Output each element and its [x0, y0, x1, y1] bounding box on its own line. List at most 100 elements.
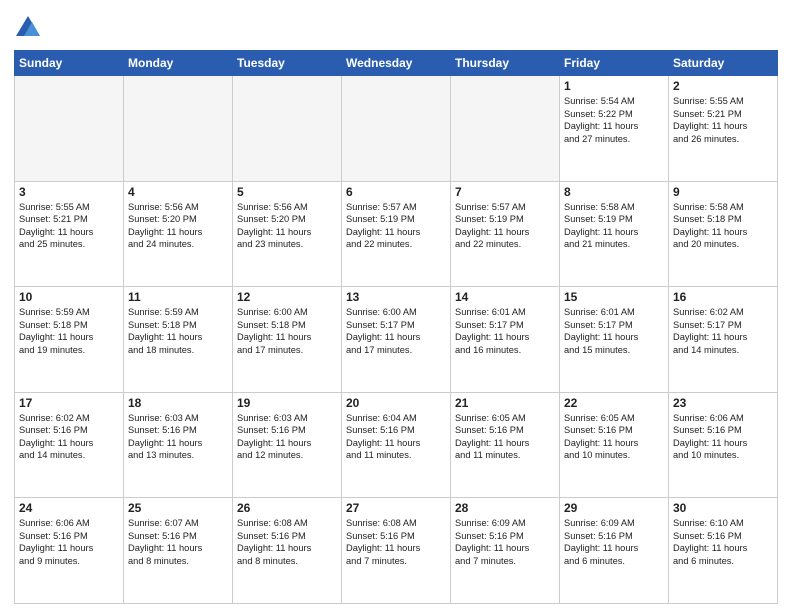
day-info: Sunrise: 6:08 AM Sunset: 5:16 PM Dayligh…: [237, 517, 337, 567]
day-info: Sunrise: 6:02 AM Sunset: 5:17 PM Dayligh…: [673, 306, 773, 356]
day-number: 7: [455, 185, 555, 199]
day-number: 24: [19, 501, 119, 515]
calendar-cell: 14 Sunrise: 6:01 AM Sunset: 5:17 PM Dayli…: [451, 287, 560, 393]
calendar-cell: 19 Sunrise: 6:03 AM Sunset: 5:16 PM Dayli…: [233, 392, 342, 498]
calendar-cell: 16 Sunrise: 6:02 AM Sunset: 5:17 PM Dayli…: [669, 287, 778, 393]
day-number: 20: [346, 396, 446, 410]
day-number: 25: [128, 501, 228, 515]
logo-icon: [14, 14, 42, 42]
day-info: Sunrise: 6:07 AM Sunset: 5:16 PM Dayligh…: [128, 517, 228, 567]
day-number: 29: [564, 501, 664, 515]
day-info: Sunrise: 5:57 AM Sunset: 5:19 PM Dayligh…: [346, 201, 446, 251]
day-number: 28: [455, 501, 555, 515]
day-info: Sunrise: 6:01 AM Sunset: 5:17 PM Dayligh…: [564, 306, 664, 356]
calendar-cell: 3 Sunrise: 5:55 AM Sunset: 5:21 PM Daylig…: [15, 181, 124, 287]
calendar-cell: 11 Sunrise: 5:59 AM Sunset: 5:18 PM Dayli…: [124, 287, 233, 393]
day-number: 23: [673, 396, 773, 410]
calendar-cell: [233, 76, 342, 182]
calendar-week-row: 1 Sunrise: 5:54 AM Sunset: 5:22 PM Daylig…: [15, 76, 778, 182]
day-info: Sunrise: 5:59 AM Sunset: 5:18 PM Dayligh…: [128, 306, 228, 356]
day-number: 19: [237, 396, 337, 410]
day-info: Sunrise: 5:56 AM Sunset: 5:20 PM Dayligh…: [237, 201, 337, 251]
day-info: Sunrise: 6:04 AM Sunset: 5:16 PM Dayligh…: [346, 412, 446, 462]
day-number: 12: [237, 290, 337, 304]
day-number: 2: [673, 79, 773, 93]
day-info: Sunrise: 5:56 AM Sunset: 5:20 PM Dayligh…: [128, 201, 228, 251]
calendar-cell: 27 Sunrise: 6:08 AM Sunset: 5:16 PM Dayli…: [342, 498, 451, 604]
calendar-cell: 18 Sunrise: 6:03 AM Sunset: 5:16 PM Dayli…: [124, 392, 233, 498]
calendar-cell: 29 Sunrise: 6:09 AM Sunset: 5:16 PM Dayli…: [560, 498, 669, 604]
day-number: 10: [19, 290, 119, 304]
day-number: 27: [346, 501, 446, 515]
calendar-cell: 12 Sunrise: 6:00 AM Sunset: 5:18 PM Dayli…: [233, 287, 342, 393]
day-info: Sunrise: 5:54 AM Sunset: 5:22 PM Dayligh…: [564, 95, 664, 145]
calendar-cell: 10 Sunrise: 5:59 AM Sunset: 5:18 PM Dayli…: [15, 287, 124, 393]
calendar-day-header: Tuesday: [233, 51, 342, 76]
calendar-day-header: Saturday: [669, 51, 778, 76]
calendar-cell: 25 Sunrise: 6:07 AM Sunset: 5:16 PM Dayli…: [124, 498, 233, 604]
calendar-cell: 9 Sunrise: 5:58 AM Sunset: 5:18 PM Daylig…: [669, 181, 778, 287]
calendar-cell: 24Sunrise: 6:06 AM Sunset: 5:16 PM Dayli…: [15, 498, 124, 604]
day-info: Sunrise: 6:03 AM Sunset: 5:16 PM Dayligh…: [128, 412, 228, 462]
header: [14, 10, 778, 42]
day-info: Sunrise: 6:09 AM Sunset: 5:16 PM Dayligh…: [455, 517, 555, 567]
day-info: Sunrise: 6:02 AM Sunset: 5:16 PM Dayligh…: [19, 412, 119, 462]
calendar-cell: 6 Sunrise: 5:57 AM Sunset: 5:19 PM Daylig…: [342, 181, 451, 287]
day-number: 1: [564, 79, 664, 93]
day-number: 16: [673, 290, 773, 304]
calendar-cell: 30 Sunrise: 6:10 AM Sunset: 5:16 PM Dayli…: [669, 498, 778, 604]
day-number: 14: [455, 290, 555, 304]
day-info: Sunrise: 5:58 AM Sunset: 5:18 PM Dayligh…: [673, 201, 773, 251]
calendar-cell: 15Sunrise: 6:01 AM Sunset: 5:17 PM Dayli…: [560, 287, 669, 393]
calendar-cell: 7 Sunrise: 5:57 AM Sunset: 5:19 PM Daylig…: [451, 181, 560, 287]
day-info: Sunrise: 5:57 AM Sunset: 5:19 PM Dayligh…: [455, 201, 555, 251]
day-info: Sunrise: 6:00 AM Sunset: 5:18 PM Dayligh…: [237, 306, 337, 356]
day-number: 17: [19, 396, 119, 410]
day-info: Sunrise: 6:00 AM Sunset: 5:17 PM Dayligh…: [346, 306, 446, 356]
calendar-day-header: Sunday: [15, 51, 124, 76]
day-number: 30: [673, 501, 773, 515]
calendar-day-header: Thursday: [451, 51, 560, 76]
calendar-week-row: 24Sunrise: 6:06 AM Sunset: 5:16 PM Dayli…: [15, 498, 778, 604]
day-number: 9: [673, 185, 773, 199]
day-info: Sunrise: 6:08 AM Sunset: 5:16 PM Dayligh…: [346, 517, 446, 567]
calendar-cell: [451, 76, 560, 182]
day-info: Sunrise: 6:09 AM Sunset: 5:16 PM Dayligh…: [564, 517, 664, 567]
day-info: Sunrise: 5:55 AM Sunset: 5:21 PM Dayligh…: [19, 201, 119, 251]
day-number: 18: [128, 396, 228, 410]
day-info: Sunrise: 6:05 AM Sunset: 5:16 PM Dayligh…: [455, 412, 555, 462]
calendar-cell: 4 Sunrise: 5:56 AM Sunset: 5:20 PM Daylig…: [124, 181, 233, 287]
calendar-day-header: Wednesday: [342, 51, 451, 76]
day-number: 11: [128, 290, 228, 304]
calendar-week-row: 17 Sunrise: 6:02 AM Sunset: 5:16 PM Dayli…: [15, 392, 778, 498]
calendar-cell: 21 Sunrise: 6:05 AM Sunset: 5:16 PM Dayli…: [451, 392, 560, 498]
calendar-day-header: Friday: [560, 51, 669, 76]
calendar-week-row: 3 Sunrise: 5:55 AM Sunset: 5:21 PM Daylig…: [15, 181, 778, 287]
day-number: 21: [455, 396, 555, 410]
day-number: 5: [237, 185, 337, 199]
day-number: 6: [346, 185, 446, 199]
day-number: 26: [237, 501, 337, 515]
day-info: Sunrise: 5:59 AM Sunset: 5:18 PM Dayligh…: [19, 306, 119, 356]
logo: [14, 14, 46, 42]
calendar-cell: 26 Sunrise: 6:08 AM Sunset: 5:16 PM Dayli…: [233, 498, 342, 604]
calendar-cell: [342, 76, 451, 182]
day-info: Sunrise: 6:10 AM Sunset: 5:16 PM Dayligh…: [673, 517, 773, 567]
calendar-cell: 5 Sunrise: 5:56 AM Sunset: 5:20 PM Daylig…: [233, 181, 342, 287]
day-info: Sunrise: 5:55 AM Sunset: 5:21 PM Dayligh…: [673, 95, 773, 145]
day-info: Sunrise: 6:01 AM Sunset: 5:17 PM Dayligh…: [455, 306, 555, 356]
day-number: 3: [19, 185, 119, 199]
calendar-cell: 13 Sunrise: 6:00 AM Sunset: 5:17 PM Dayli…: [342, 287, 451, 393]
calendar-header-row: SundayMondayTuesdayWednesdayThursdayFrid…: [15, 51, 778, 76]
day-info: Sunrise: 6:03 AM Sunset: 5:16 PM Dayligh…: [237, 412, 337, 462]
calendar-cell: 28 Sunrise: 6:09 AM Sunset: 5:16 PM Dayli…: [451, 498, 560, 604]
calendar-table: SundayMondayTuesdayWednesdayThursdayFrid…: [14, 50, 778, 604]
day-number: 4: [128, 185, 228, 199]
calendar-cell: 8Sunrise: 5:58 AM Sunset: 5:19 PM Daylig…: [560, 181, 669, 287]
calendar-cell: 23 Sunrise: 6:06 AM Sunset: 5:16 PM Dayli…: [669, 392, 778, 498]
day-info: Sunrise: 6:06 AM Sunset: 5:16 PM Dayligh…: [673, 412, 773, 462]
day-number: 13: [346, 290, 446, 304]
calendar-cell: [15, 76, 124, 182]
day-number: 22: [564, 396, 664, 410]
calendar-cell: 20 Sunrise: 6:04 AM Sunset: 5:16 PM Dayli…: [342, 392, 451, 498]
